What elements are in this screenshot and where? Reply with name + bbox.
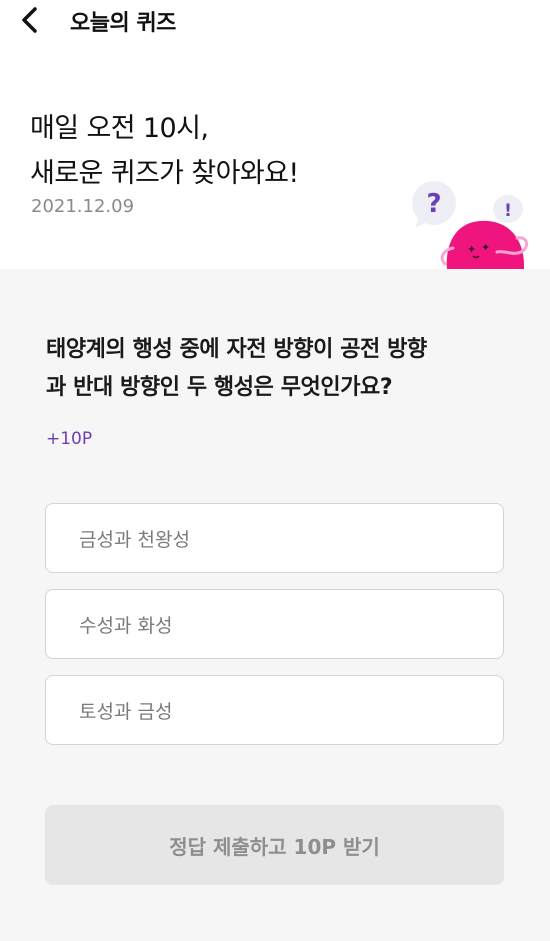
top-bar: 오늘의 퀴즈: [0, 0, 550, 44]
reward-points: +10P: [46, 429, 93, 449]
quiz-intro-banner: 매일 오전 10시, 새로운 퀴즈가 찾아와요! 2021.12.09 ? ! …: [0, 44, 550, 269]
submit-answer-label: 정답 제출하고 10P 받기: [169, 834, 380, 859]
question-line-2: 과 반대 방향인 두 행성은 무엇인가요?: [46, 375, 393, 400]
submit-answer-button[interactable]: 정답 제출하고 10P 받기: [45, 805, 504, 885]
back-button[interactable]: [18, 4, 58, 40]
quiz-mascot-illustration: ? ! ✦ ✦: [405, 178, 550, 269]
answer-option-label: 수성과 화성: [79, 614, 173, 637]
answer-option-2[interactable]: 수성과 화성: [45, 589, 504, 659]
quiz-content: 태양계의 행성 중에 자전 방향이 공전 방향 과 반대 방향인 두 행성은 무…: [0, 269, 550, 941]
svg-text:✦: ✦: [467, 243, 476, 256]
question-mark-icon: ?: [426, 189, 441, 219]
answer-option-1[interactable]: 금성과 천왕성: [45, 503, 504, 573]
exclamation-mark-icon: !: [504, 201, 512, 221]
question-line-1: 태양계의 행성 중에 자전 방향이 공전 방향: [46, 337, 427, 362]
answer-option-label: 토성과 금성: [79, 700, 173, 723]
quiz-question: 태양계의 행성 중에 자전 방향이 공전 방향 과 반대 방향인 두 행성은 무…: [46, 331, 516, 407]
answer-option-3[interactable]: 토성과 금성: [45, 675, 504, 745]
intro-line-1: 매일 오전 10시,: [30, 113, 209, 144]
page-title: 오늘의 퀴즈: [70, 11, 176, 36]
answer-option-label: 금성과 천왕성: [79, 528, 190, 551]
svg-text:✦: ✦: [481, 241, 490, 254]
chevron-left-icon[interactable]: [18, 5, 40, 39]
intro-line-2: 새로운 퀴즈가 찾아와요!: [30, 158, 299, 189]
quiz-date: 2021.12.09: [31, 196, 135, 217]
